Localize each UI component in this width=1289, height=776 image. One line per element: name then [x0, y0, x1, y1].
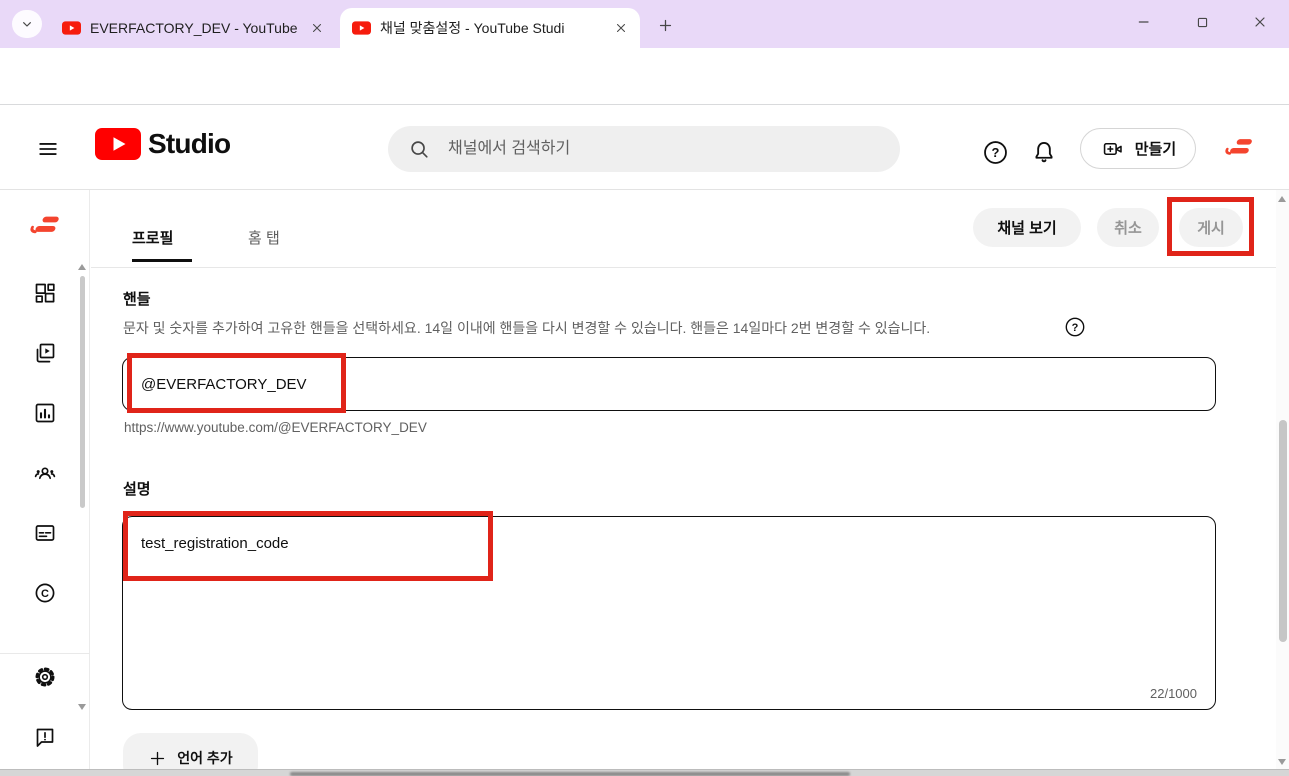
scroll-down-arrow[interactable] [78, 704, 86, 710]
plus-icon [657, 17, 674, 34]
window-controls [1115, 0, 1289, 44]
youtube-logo-icon [95, 128, 141, 160]
scroll-up-arrow[interactable] [78, 264, 86, 270]
active-tab-underline [132, 259, 192, 262]
help-icon: ? [982, 139, 1009, 166]
channel-logo-icon [26, 210, 64, 242]
youtube-favicon [352, 21, 371, 35]
tab-search-button[interactable] [12, 10, 42, 38]
sidebar-item-community[interactable] [33, 461, 57, 485]
plus-icon [148, 749, 167, 768]
menu-toggle-button[interactable] [32, 136, 64, 162]
channel-customization-panel: 프로필 홈 탭 채널 보기 취소 게시 핸들 문자 및 숫자를 추가하여 고유한… [91, 190, 1276, 769]
youtube-favicon [62, 21, 81, 35]
help-button[interactable]: ? [980, 137, 1010, 167]
sidebar-item-content[interactable] [33, 341, 57, 365]
window-maximize-button[interactable] [1173, 0, 1231, 44]
feedback-icon [33, 725, 57, 749]
description-section-title: 설명 [123, 478, 151, 499]
maximize-icon [1195, 15, 1210, 30]
svg-text:C: C [41, 588, 49, 600]
add-language-button[interactable]: 언어 추가 [123, 733, 258, 769]
scrollbar-thumb[interactable] [1279, 420, 1287, 642]
create-video-icon [1100, 138, 1126, 160]
description-textarea[interactable]: test_registration_code [123, 517, 1215, 677]
scroll-down-arrow[interactable] [1278, 759, 1286, 765]
tab-title: EVERFACTORY_DEV - YouTube [90, 20, 297, 36]
svg-text:?: ? [991, 145, 999, 160]
scrollbar-thumb[interactable] [80, 276, 85, 508]
handle-url-preview: https://www.youtube.com/@EVERFACTORY_DEV [124, 420, 427, 435]
gear-icon [33, 665, 57, 689]
tabs-divider [91, 267, 1276, 268]
handle-input[interactable] [122, 357, 1216, 411]
clipped-bottom-content [290, 772, 850, 776]
search-input[interactable] [446, 139, 900, 159]
character-counter: 22/1000 [1150, 686, 1197, 701]
chevron-down-icon [19, 16, 35, 32]
minimize-icon [1136, 14, 1152, 30]
channel-search-bar[interactable] [388, 126, 900, 172]
view-channel-button[interactable]: 채널 보기 [973, 208, 1081, 247]
cancel-button[interactable]: 취소 [1097, 208, 1159, 247]
bell-icon [1031, 139, 1057, 165]
browser-window: EVERFACTORY_DEV - YouTube 채널 맞춤설정 - YouT… [0, 0, 1289, 776]
publish-button[interactable]: 게시 [1179, 208, 1243, 247]
sidebar-item-copyright[interactable]: C [33, 581, 57, 605]
help-icon: ? [1064, 316, 1086, 338]
subtitles-icon [33, 521, 57, 545]
tab-home[interactable]: 홈 탭 [248, 227, 280, 248]
browser-tab-channel-settings[interactable]: 채널 맞춤설정 - YouTube Studi [340, 8, 640, 48]
clipped-bottom-element [0, 769, 1289, 776]
page-scrollbar[interactable] [1276, 190, 1289, 769]
add-language-label: 언어 추가 [177, 748, 232, 768]
new-tab-button[interactable] [650, 13, 680, 37]
tab-close-icon[interactable] [610, 17, 632, 39]
tab-close-icon[interactable] [306, 17, 328, 39]
copyright-icon: C [33, 581, 57, 605]
create-button-label: 만들기 [1135, 138, 1176, 159]
channel-logo-icon [1220, 133, 1258, 163]
studio-header: Studio ? 만들기 [0, 105, 1289, 190]
youtube-studio-logo[interactable]: Studio [95, 128, 230, 160]
sidebar-item-settings[interactable] [33, 665, 57, 689]
channel-avatar[interactable] [1220, 133, 1258, 163]
content-icon [33, 341, 57, 365]
search-icon [408, 138, 430, 160]
handle-section-title: 핸들 [123, 288, 151, 309]
sidebar-item-dashboard[interactable] [33, 281, 57, 305]
sidebar-scrollbar[interactable] [78, 264, 87, 710]
sidebar-item-feedback[interactable] [33, 725, 57, 749]
sidebar-item-analytics[interactable] [33, 401, 57, 425]
description-field-container: test_registration_code 22/1000 [122, 516, 1216, 710]
create-button[interactable]: 만들기 [1080, 128, 1196, 169]
tab-title: 채널 맞춤설정 - YouTube Studi [380, 18, 601, 38]
sidebar-channel-avatar[interactable] [26, 210, 64, 242]
browser-tab-everfactory[interactable]: EVERFACTORY_DEV - YouTube [50, 8, 336, 48]
brand-text: Studio [148, 128, 230, 160]
hamburger-icon [35, 138, 61, 160]
studio-sidebar: C [0, 190, 90, 769]
close-icon [1252, 14, 1268, 30]
window-close-button[interactable] [1231, 0, 1289, 44]
scroll-up-arrow[interactable] [1278, 196, 1286, 202]
notifications-button[interactable] [1029, 137, 1059, 167]
browser-tab-strip: EVERFACTORY_DEV - YouTube 채널 맞춤설정 - YouT… [0, 0, 1289, 48]
handle-help-button[interactable]: ? [1064, 316, 1086, 338]
browser-toolbar: studio.youtube.com/channel/UCoMXZlOaDyjp… [0, 48, 1289, 105]
dashboard-icon [33, 281, 57, 305]
sidebar-divider [0, 653, 90, 654]
svg-text:?: ? [1072, 322, 1079, 334]
sidebar-item-subtitles[interactable] [33, 521, 57, 545]
handle-description: 문자 및 숫자를 추가하여 고유한 핸들을 선택하세요. 14일 이내에 핸들을… [123, 318, 930, 338]
tab-profile[interactable]: 프로필 [132, 227, 173, 248]
community-icon [33, 461, 57, 485]
window-minimize-button[interactable] [1115, 0, 1173, 44]
analytics-icon [33, 401, 57, 425]
